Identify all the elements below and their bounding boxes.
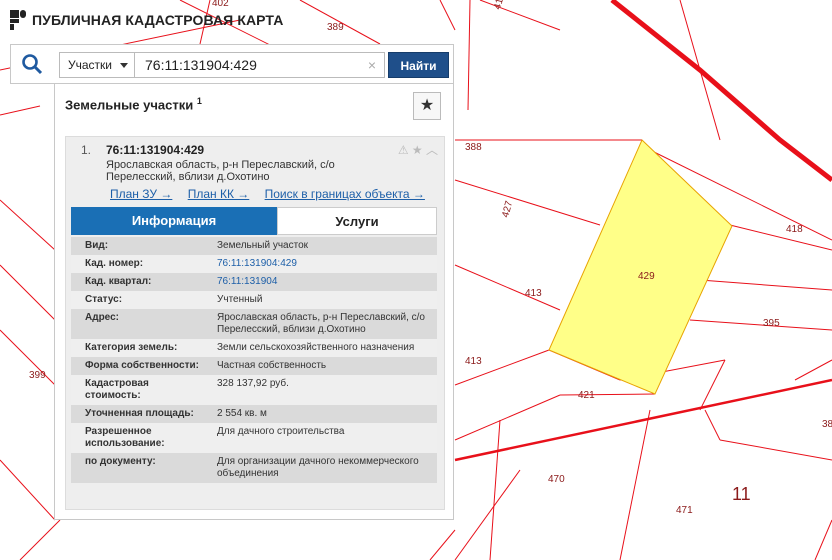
- parcel-label: 471: [676, 505, 693, 516]
- attr-key: Форма собственности:: [85, 360, 199, 371]
- attr-value: Учтенный: [217, 294, 263, 305]
- table-row: по документу: Для организации дачного нек…: [71, 453, 437, 483]
- brand: ПУБЛИЧНАЯ КАДАСТРОВАЯ КАРТА: [10, 8, 283, 32]
- result-card: 1. 76:11:131904:429 Ярославская область,…: [65, 136, 445, 510]
- results-title: Земельные участки 1: [65, 96, 202, 112]
- result-index: 1.: [81, 143, 92, 157]
- find-button[interactable]: Найти: [388, 52, 449, 78]
- attr-value: Для организации дачного некоммерческого …: [217, 456, 419, 479]
- attr-key: Вид:: [85, 240, 109, 251]
- parcel-label: 427: [500, 199, 515, 218]
- attr-value-link[interactable]: 76:11:131904: [203, 273, 437, 291]
- chevron-down-icon: [120, 63, 128, 68]
- clear-icon[interactable]: ×: [368, 53, 376, 77]
- parcel-label: 418: [786, 224, 803, 235]
- parcel-label: 429: [638, 271, 655, 282]
- parcel-label: 389: [327, 22, 344, 33]
- table-row: Статус: Учтенный: [71, 291, 437, 309]
- parcel-label: 38: [822, 419, 832, 430]
- favorites-button[interactable]: ★: [413, 92, 441, 120]
- parcel-label: 413: [465, 356, 482, 367]
- logo-icon: [10, 10, 26, 30]
- attr-key: Кад. номер:: [85, 258, 144, 269]
- table-row: Категория земель: Земли сельскохозяйствен…: [71, 339, 437, 357]
- attr-key: Кадастровая стоимость:: [85, 378, 149, 401]
- parcel-label: 470: [548, 474, 565, 485]
- search-input[interactable]: 76:11:131904:429 ×: [135, 52, 385, 78]
- star-icon: ★: [419, 97, 435, 114]
- attr-key: Категория земель:: [85, 342, 178, 353]
- card-actions-icons[interactable]: ⚠ ★ ︿: [398, 141, 438, 158]
- highlighted-parcel: [548, 139, 733, 395]
- parcel-label: 421: [578, 390, 595, 401]
- tab-services[interactable]: Услуги: [277, 207, 437, 235]
- tab-information[interactable]: Информация: [71, 207, 277, 235]
- object-type-select[interactable]: Участки: [59, 52, 135, 78]
- attributes-table: Вид: Земельный участок Кад. номер: 76:11:1…: [71, 237, 437, 483]
- attr-key: Разрешенное использование:: [85, 426, 165, 449]
- table-row: Адрес: Ярославская область, р-н Переславс…: [71, 309, 437, 339]
- search-in-bounds-link[interactable]: Поиск в границах объекта →: [265, 187, 425, 201]
- results-count: 1: [196, 96, 202, 106]
- table-row: Кадастровая стоимость: 328 137,92 руб.: [71, 375, 437, 405]
- attr-value: 2 554 кв. м: [217, 408, 267, 419]
- object-type-value: Участки: [68, 58, 112, 72]
- card-links: План ЗУ → План КК → Поиск в границах объ…: [110, 187, 437, 201]
- result-address: Ярославская область, р-н Переславский, с…: [106, 159, 335, 183]
- plan-zu-link[interactable]: План ЗУ →: [110, 187, 172, 201]
- table-row: Разрешенное использование: Для дачного ст…: [71, 423, 437, 453]
- attr-value: Земельный участок: [217, 240, 309, 251]
- results-panel: Земельные участки 1 ★ 1. 76:11:131904:42…: [54, 84, 454, 520]
- table-row: Вид: Земельный участок: [71, 237, 437, 255]
- app-title: ПУБЛИЧНАЯ КАДАСТРОВАЯ КАРТА: [32, 12, 284, 28]
- attr-value: Для дачного строительства: [217, 426, 345, 437]
- attr-key: Адрес:: [85, 312, 119, 323]
- attr-key: по документу:: [85, 456, 156, 467]
- attr-key: Кад. квартал:: [85, 276, 152, 287]
- plan-kk-link[interactable]: План КК →: [188, 187, 250, 201]
- attr-value: Земли сельскохозяйственного назначения: [217, 342, 415, 353]
- attr-value: 328 137,92 руб.: [217, 378, 289, 389]
- card-tabs: Информация Услуги: [71, 207, 437, 235]
- search-query-text: 76:11:131904:429: [145, 57, 257, 73]
- table-row: Кад. квартал: 76:11:131904: [71, 273, 437, 291]
- attr-value: Ярославская область, р-н Переславский, с…: [217, 312, 425, 335]
- table-row: Кад. номер: 76:11:131904:429: [71, 255, 437, 273]
- block-label: 11: [732, 484, 751, 504]
- attr-value-link[interactable]: 76:11:131904:429: [203, 255, 437, 273]
- attr-value: Частная собственность: [217, 360, 327, 371]
- table-row: Форма собственности: Частная собственност…: [71, 357, 437, 375]
- parcel-label: 395: [763, 318, 780, 329]
- parcel-label: 388: [465, 142, 482, 153]
- attr-key: Уточненная площадь:: [85, 408, 194, 419]
- results-title-text: Земельные участки: [65, 97, 194, 113]
- search-bar: Участки 76:11:131904:429 × Найти: [10, 44, 454, 84]
- cad-number-heading[interactable]: 76:11:131904:429: [106, 143, 204, 157]
- attr-key: Статус:: [85, 294, 123, 305]
- table-row: Уточненная площадь: 2 554 кв. м: [71, 405, 437, 423]
- parcel-label: 413: [525, 288, 542, 299]
- search-panel: Участки 76:11:131904:429 × Найти Земельн…: [10, 44, 454, 520]
- search-icon[interactable]: [21, 53, 43, 75]
